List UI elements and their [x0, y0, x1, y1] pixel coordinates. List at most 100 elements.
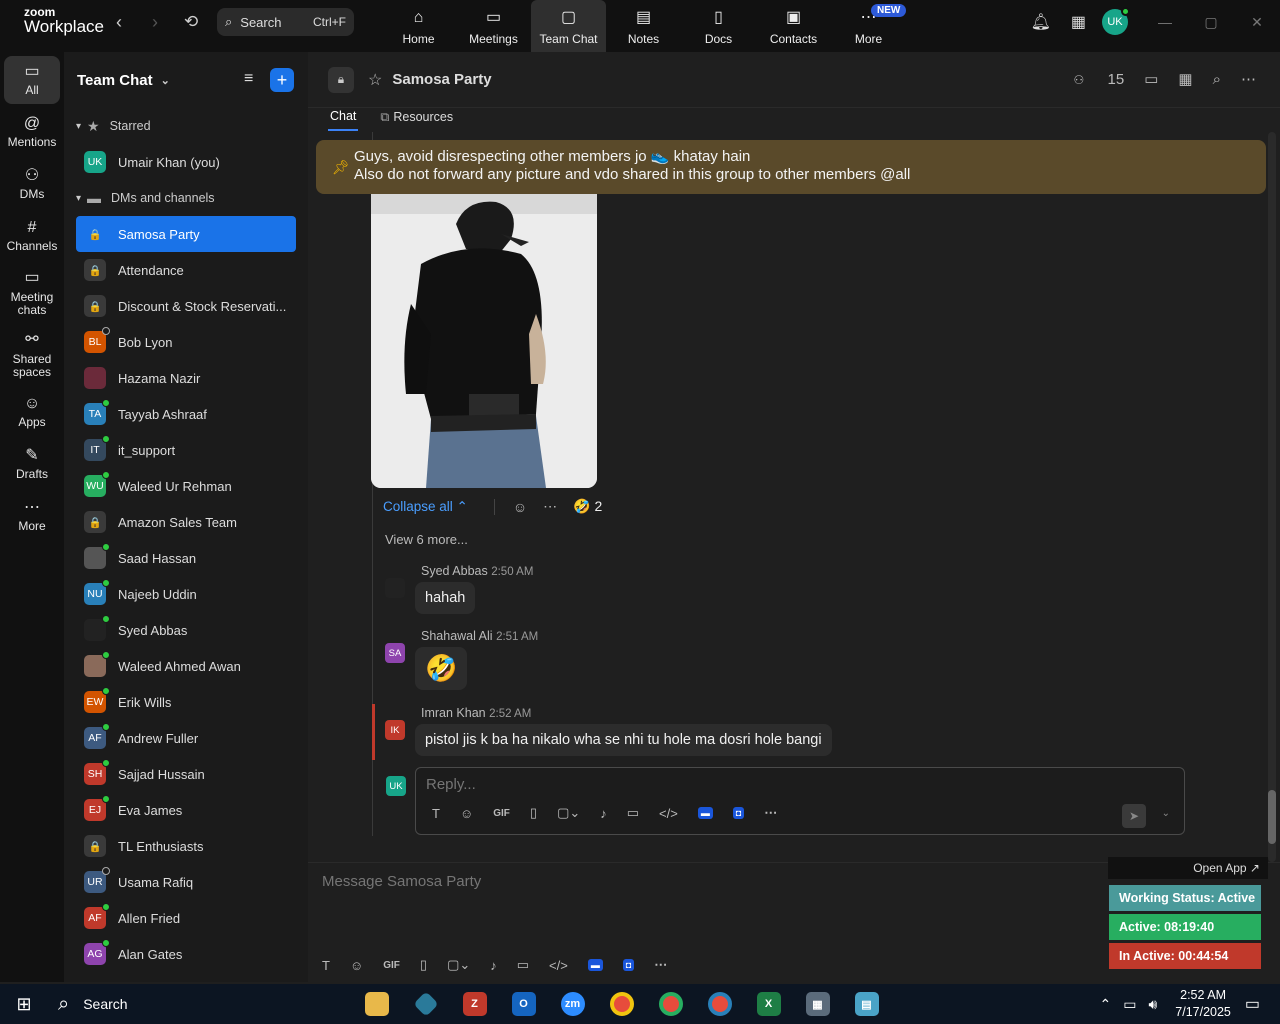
network-icon[interactable]: ▭: [1123, 996, 1136, 1013]
sidebar-item[interactable]: AF Andrew Fuller: [76, 720, 296, 756]
pinned-message[interactable]: 📌︎ Guys, avoid disrespecting other membe…: [316, 140, 1266, 194]
calculator-icon[interactable]: ▦: [793, 984, 842, 1024]
chrome-icon-3[interactable]: [695, 984, 744, 1024]
avatar[interactable]: IK: [385, 720, 405, 740]
dms-section[interactable]: ▾ ▬ DMs and channels: [64, 180, 308, 216]
system-clock[interactable]: 2:52 AM 7/17/2025: [1175, 987, 1231, 1021]
sidebar-item[interactable]: Waleed Ahmed Awan: [76, 648, 296, 684]
sidebar-item[interactable]: SH Sajjad Hussain: [76, 756, 296, 792]
nav-more[interactable]: NEW ⋯ More: [831, 0, 907, 52]
sidebar-item[interactable]: NU Najeeb Uddin: [76, 576, 296, 612]
rail-dms[interactable]: ⚇ DMs: [4, 160, 60, 208]
sidebar-item[interactable]: EW Erik Wills: [76, 684, 296, 720]
more-actions-icon[interactable]: ⋯: [543, 498, 557, 515]
global-search[interactable]: ⌕ Search Ctrl+F: [217, 8, 354, 36]
add-reaction-icon[interactable]: ☺: [513, 499, 527, 515]
sidebar-item[interactable]: AG Alan Gates: [76, 936, 296, 972]
rail-channels[interactable]: # Channels: [4, 212, 60, 260]
sidebar-item[interactable]: Hazama Nazir: [76, 360, 296, 396]
reply-input[interactable]: [426, 776, 1026, 793]
screenshot-icon[interactable]: ▢⌄: [557, 805, 580, 821]
sidebar-item[interactable]: Saad Hassan: [76, 540, 296, 576]
view-more-link[interactable]: View 6 more...: [385, 532, 468, 547]
nav-meetings[interactable]: ▭ Meetings: [456, 0, 531, 52]
rail-drafts[interactable]: ✎ Drafts: [4, 440, 60, 488]
history-icon[interactable]: ⟲: [184, 12, 198, 32]
app-diamond-icon[interactable]: [401, 984, 450, 1024]
app-icon-1[interactable]: ▬: [697, 807, 713, 819]
tab-resources[interactable]: ⧉ Resources: [378, 104, 455, 131]
sidebar-item[interactable]: WU Waleed Ur Rehman: [76, 468, 296, 504]
sidebar-item[interactable]: 🔒 Samosa Party: [76, 216, 296, 252]
gif-icon[interactable]: GIF: [383, 960, 400, 971]
file-icon[interactable]: ▯: [420, 957, 427, 973]
rail-shared-spaces[interactable]: ⚯ Shared spaces: [4, 326, 60, 384]
zoom-app-icon[interactable]: zm: [548, 984, 597, 1024]
sidebar-item[interactable]: TA Tayyab Ashraaf: [76, 396, 296, 432]
video-call-icon[interactable]: ▭: [1144, 70, 1158, 88]
shared-photo[interactable]: [371, 194, 597, 488]
chrome-icon-1[interactable]: [597, 984, 646, 1024]
new-chat-button[interactable]: +: [270, 68, 294, 92]
video-message-icon[interactable]: ▭: [627, 805, 639, 821]
sidebar-item[interactable]: 🔒 Attendance: [76, 252, 296, 288]
open-app-link[interactable]: Open App ↗: [1108, 857, 1268, 879]
more-icon[interactable]: ⋯: [654, 957, 667, 973]
calendar-icon[interactable]: ▦: [1178, 70, 1192, 88]
channel-title[interactable]: Samosa Party: [392, 71, 491, 88]
back-arrow-icon[interactable]: ‹: [116, 12, 122, 33]
tab-chat[interactable]: Chat: [328, 103, 359, 131]
sidebar-item[interactable]: 🔒 Amazon Sales Team: [76, 504, 296, 540]
sidebar-item[interactable]: UR Usama Rafiq: [76, 864, 296, 900]
notepad-icon[interactable]: ▤: [842, 984, 891, 1024]
star-outline-icon[interactable]: ☆: [368, 70, 382, 90]
rail-more[interactable]: ⋯ More: [4, 492, 60, 540]
outlook-icon[interactable]: O: [499, 984, 548, 1024]
send-icon[interactable]: ➤: [1122, 804, 1146, 828]
chevron-up-icon[interactable]: ⌃: [1099, 996, 1111, 1013]
taskbar-search[interactable]: ⌕ Search: [58, 993, 348, 1016]
format-text-icon[interactable]: T: [432, 806, 440, 821]
search-icon[interactable]: ⌕: [1213, 71, 1221, 88]
app-icon-1[interactable]: ▬: [587, 959, 603, 971]
windows-start-icon[interactable]: ⊞: [0, 994, 48, 1015]
sidebar-item[interactable]: UK Umair Khan (you): [76, 144, 296, 180]
sidebar-item[interactable]: BL Bob Lyon: [76, 324, 296, 360]
rail-meeting-chats[interactable]: ▭ Meeting chats: [4, 264, 60, 322]
forward-arrow-icon[interactable]: ›: [152, 12, 158, 33]
code-icon[interactable]: </>: [659, 806, 678, 821]
message-author[interactable]: Shahawal Ali: [421, 629, 493, 643]
calendar-icon[interactable]: ▦: [1071, 12, 1086, 32]
chevron-down-icon[interactable]: ⌄: [1162, 808, 1170, 819]
screenshot-icon[interactable]: ▢⌄: [447, 957, 470, 973]
nav-home[interactable]: ⌂ Home: [381, 0, 456, 52]
close-window-button[interactable]: ✕: [1234, 14, 1280, 31]
reaction-chip[interactable]: 🤣 2: [573, 498, 602, 515]
nav-team-chat[interactable]: ▢ Team Chat: [531, 0, 606, 52]
format-text-icon[interactable]: T: [322, 958, 330, 973]
rail-all[interactable]: ▭ All: [4, 56, 60, 104]
file-explorer-icon[interactable]: [352, 984, 401, 1024]
emoji-icon[interactable]: ☺: [460, 806, 473, 821]
avatar[interactable]: SA: [385, 643, 405, 663]
bell-icon[interactable]: 🔔︎: [1031, 12, 1051, 32]
gif-icon[interactable]: GIF: [493, 808, 510, 819]
message-input[interactable]: [322, 873, 1082, 890]
emoji-icon[interactable]: ☺: [350, 958, 363, 973]
collapse-all-button[interactable]: Collapse all ⌃: [383, 499, 468, 515]
filter-icon[interactable]: ≡: [244, 70, 253, 88]
rail-apps[interactable]: ☺ Apps: [4, 388, 60, 436]
nav-contacts[interactable]: ▣ Contacts: [756, 0, 831, 52]
volume-icon[interactable]: 🔊︎: [1148, 996, 1157, 1013]
message-author[interactable]: Syed Abbas: [421, 564, 488, 578]
code-icon[interactable]: </>: [549, 958, 568, 973]
excel-icon[interactable]: X: [744, 984, 793, 1024]
sidebar-item[interactable]: IT it_support: [76, 432, 296, 468]
filezilla-icon[interactable]: Z: [450, 984, 499, 1024]
more-icon[interactable]: ⋯: [764, 805, 777, 821]
nav-notes[interactable]: ▤ Notes: [606, 0, 681, 52]
minimize-button[interactable]: —: [1142, 14, 1188, 30]
video-message-icon[interactable]: ▭: [517, 957, 529, 973]
sidebar-item[interactable]: Syed Abbas: [76, 612, 296, 648]
app-icon-2[interactable]: ◘: [622, 959, 635, 971]
